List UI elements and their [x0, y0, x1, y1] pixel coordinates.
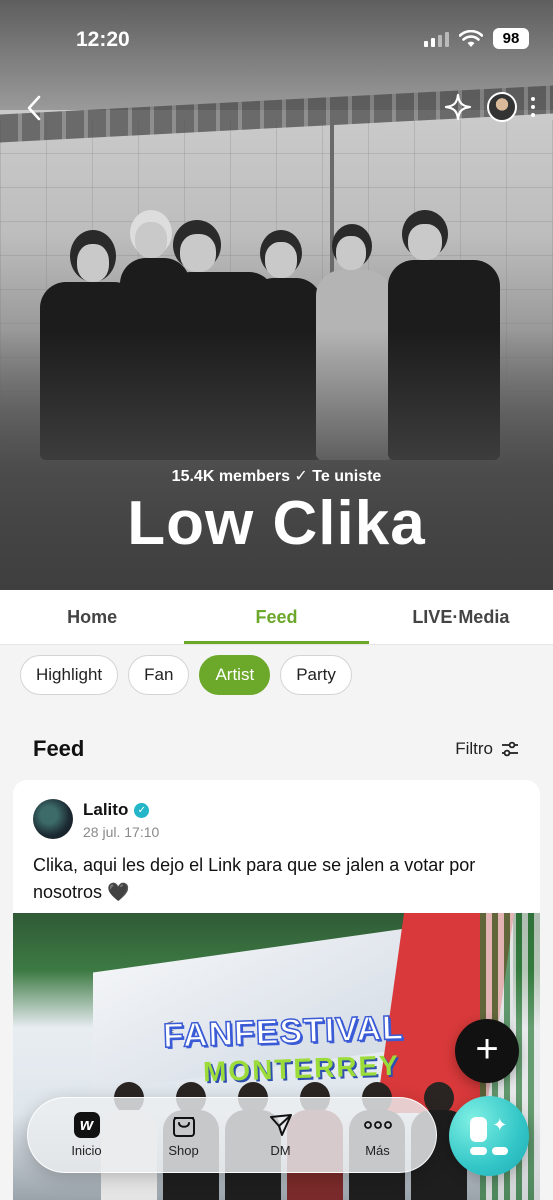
filter-chips: Highlight Fan Artist Party [20, 655, 352, 695]
apps-menu-button[interactable]: ✦ [449, 1096, 529, 1176]
nav-label: Inicio [71, 1143, 102, 1158]
wifi-icon [459, 29, 483, 47]
joined-status: ✓ Te uniste [294, 468, 382, 485]
tab-feed[interactable]: Feed [184, 590, 369, 644]
nav-inicio[interactable]: w Inicio [47, 1112, 127, 1158]
chevron-left-icon [27, 95, 41, 121]
weverse-logo-icon: w [73, 1112, 100, 1138]
nav-dm[interactable]: DM [241, 1112, 321, 1158]
filter-button[interactable]: Filtro [455, 739, 519, 759]
post-body: Clika, aqui les dejo el Link para que se… [33, 855, 476, 902]
community-title: Low Clika [127, 489, 426, 558]
more-vertical-icon[interactable] [531, 97, 535, 117]
plus-icon: + [475, 1027, 499, 1071]
nav-label: DM [270, 1143, 291, 1158]
chip-party[interactable]: Party [280, 655, 352, 695]
chip-highlight[interactable]: Highlight [20, 655, 119, 695]
send-icon [269, 1114, 292, 1136]
chip-artist[interactable]: Artist [199, 655, 271, 695]
post-author[interactable]: Lalito ✓ [83, 800, 150, 820]
tab-live-media[interactable]: LIVE·Media [369, 590, 553, 644]
profile-avatar[interactable] [487, 92, 517, 122]
more-dots-icon [363, 1121, 392, 1129]
post-author-avatar[interactable] [33, 799, 73, 839]
bottom-nav: w Inicio Shop DM Más [27, 1097, 437, 1173]
status-time: 12:20 [76, 28, 130, 51]
post-timestamp: 28 jul. 17:10 [83, 824, 160, 840]
sliders-icon [502, 741, 518, 757]
top-actions [443, 92, 535, 122]
status-indicators: 98 [424, 28, 529, 49]
nav-label: Más [365, 1143, 390, 1158]
sparkle-icon[interactable] [443, 92, 473, 122]
filter-label: Filtro [455, 739, 493, 758]
members-count: 15.4K members [171, 468, 290, 485]
battery-icon: 98 [493, 28, 529, 49]
back-button[interactable] [22, 94, 50, 122]
chip-fan[interactable]: Fan [128, 655, 190, 695]
nav-shop[interactable]: Shop [144, 1112, 224, 1158]
shopping-bag-icon [172, 1117, 195, 1137]
verified-badge-icon: ✓ [134, 802, 150, 818]
apps-grid-icon: ✦ [470, 1116, 508, 1155]
create-post-button[interactable]: + [455, 1019, 519, 1083]
nav-mas[interactable]: Más [338, 1112, 418, 1158]
tab-home[interactable]: Home [0, 590, 184, 644]
members-info: 15.4K members ✓ Te uniste [0, 466, 553, 486]
cell-signal-icon [424, 31, 449, 47]
community-tabs: Home Feed LIVE·Media [0, 590, 553, 644]
nav-label: Shop [168, 1143, 199, 1158]
post-author-name: Lalito [83, 800, 129, 819]
feed-heading: Feed [33, 736, 85, 761]
